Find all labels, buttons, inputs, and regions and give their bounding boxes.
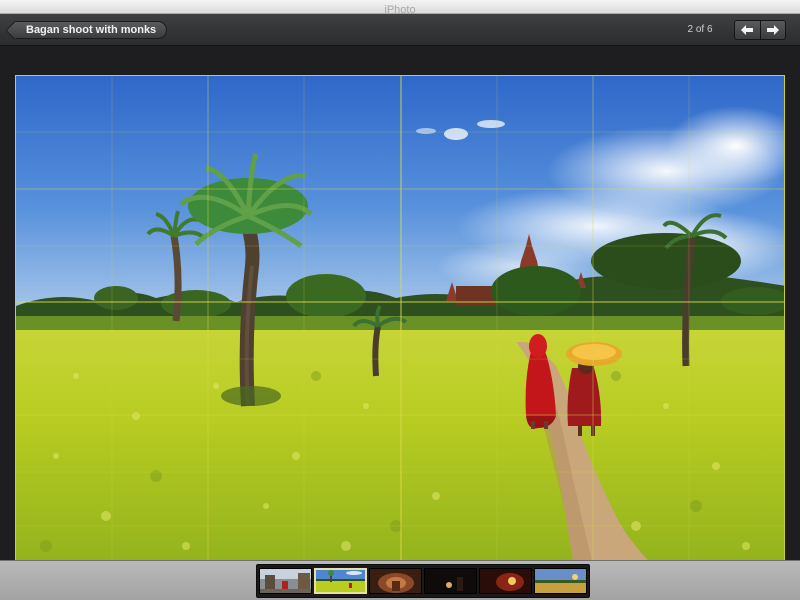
thumb-dark-scene[interactable] (424, 568, 477, 594)
thumb-candle-light[interactable] (479, 568, 532, 594)
next-photo-button[interactable] (759, 21, 785, 39)
filmstrip (256, 564, 590, 598)
album-back-button[interactable]: Bagan shoot with monks (13, 21, 168, 39)
thumb-bagan-field[interactable] (314, 568, 367, 594)
filmstrip-bar (0, 560, 800, 600)
right-arrow-icon (766, 25, 779, 35)
bagan-monks-photo (16, 76, 784, 576)
page-counter: 2 of 6 (687, 24, 713, 35)
window-titlebar: iPhoto (0, 0, 800, 16)
album-back-label: Bagan shoot with monks (26, 24, 157, 36)
left-arrow-icon (741, 25, 754, 35)
thumb-landscape[interactable] (534, 568, 587, 594)
photo-viewer (0, 47, 800, 577)
photo-canvas[interactable] (15, 75, 785, 577)
previous-photo-button[interactable] (735, 21, 760, 39)
toolbar: Bagan shoot with monks 2 of 6 (0, 14, 800, 46)
photo-navigation (734, 20, 786, 40)
thumb-street-scene[interactable] (259, 568, 312, 594)
thumb-temple-interior[interactable] (369, 568, 422, 594)
